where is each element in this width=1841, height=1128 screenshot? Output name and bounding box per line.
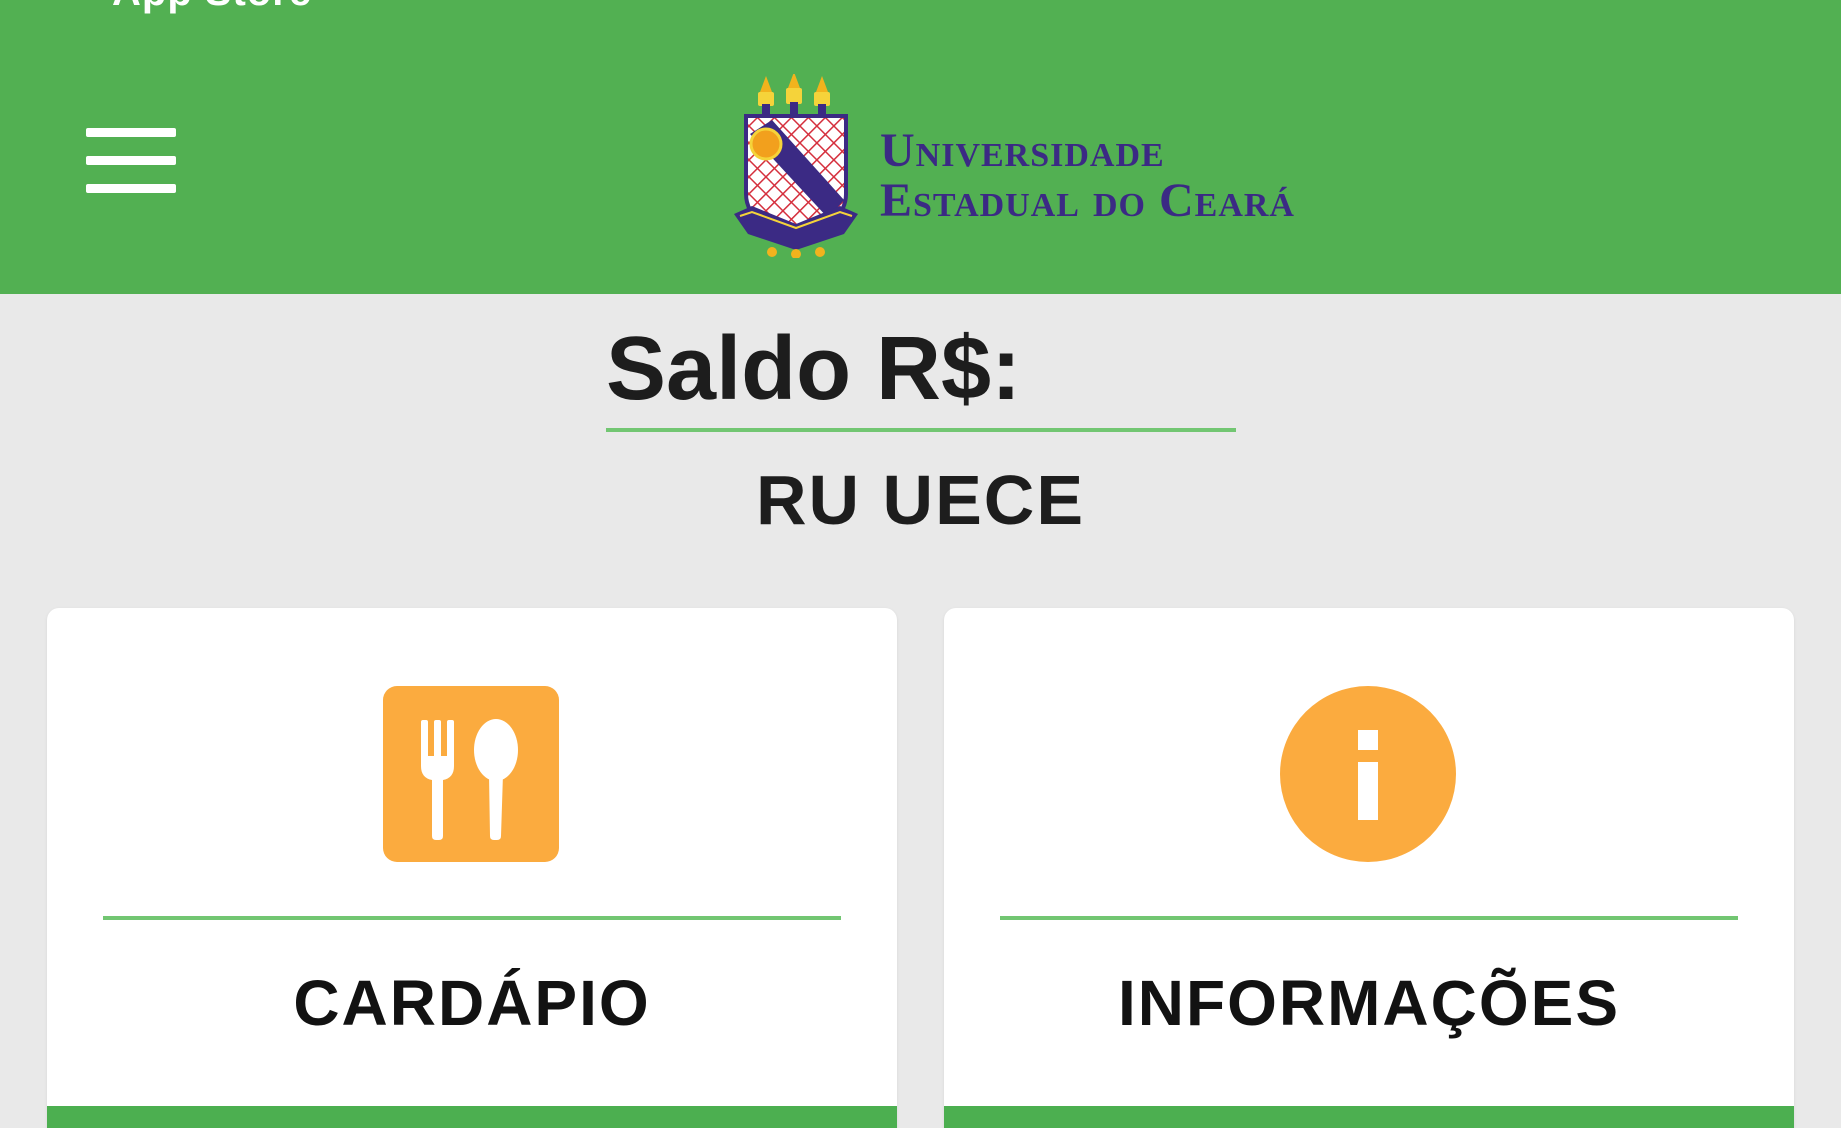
card-divider: [1000, 916, 1738, 920]
page-title: RU UECE: [755, 461, 1086, 539]
university-name: Universidade Estadual do Ceará: [880, 126, 1295, 226]
back-to-app-store-link[interactable]: App Store: [112, 0, 312, 15]
fork-spoon-icon: [383, 686, 559, 862]
information-card-label: INFORMAÇÕES: [1118, 967, 1620, 1039]
university-logo: Universidade Estadual do Ceará: [732, 74, 1382, 258]
menu-card-label: CARDÁPIO: [293, 967, 651, 1039]
menu-button[interactable]: [86, 128, 176, 194]
app-header: App Store: [0, 0, 1841, 294]
balance-underline: [606, 428, 1236, 432]
hamburger-menu-icon-bar-2: [86, 156, 176, 165]
card-divider: [103, 916, 841, 920]
balance-section: Saldo R$:: [606, 318, 1236, 434]
balance-label-text: Saldo R$:: [606, 319, 1022, 419]
hamburger-menu-icon: [86, 128, 176, 137]
university-crest-icon: [734, 74, 858, 258]
app-screen: App Store: [0, 0, 1841, 1128]
university-name-line-2: Estadual do Ceará: [880, 174, 1295, 227]
university-name-line-1: Universidade: [880, 124, 1165, 177]
hamburger-menu-icon-bar-3: [86, 184, 176, 193]
card-bottom-bar: [47, 1106, 897, 1128]
information-card-button[interactable]: INFORMAÇÕES: [944, 608, 1794, 1128]
card-bottom-bar: [944, 1106, 1794, 1128]
balance-label: Saldo R$:: [606, 318, 1021, 421]
info-icon: [1280, 686, 1456, 862]
menu-card-button[interactable]: CARDÁPIO: [47, 608, 897, 1128]
